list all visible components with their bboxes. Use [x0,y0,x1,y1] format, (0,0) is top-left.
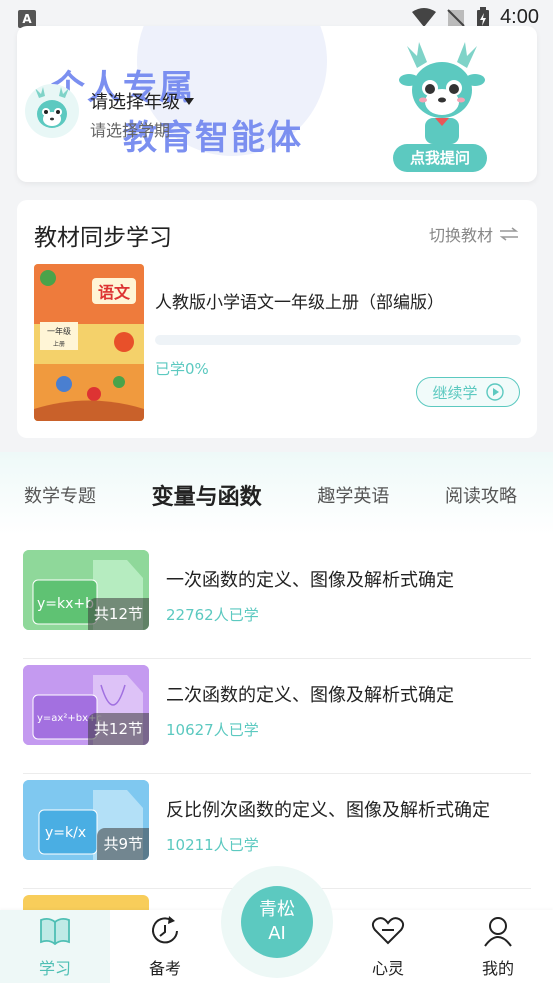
nav-mind[interactable]: 心灵 [333,910,443,983]
cover-subject: 语文 [98,283,131,302]
course-feed: 数学专题 变量与函数 趣学英语 阅读攻略 y=kx+b 共12节 一次函数的定义… [0,452,553,915]
book-cover[interactable]: 语文 一年级 上册 [34,264,144,421]
progress-label: 已学0% [155,360,209,378]
progress-bar [155,335,521,345]
wifi-icon [412,7,437,27]
course-thumbnail: y=k/x 共9节 [23,780,149,860]
section-title: 教材同步学习 [34,225,172,251]
course-formula: y=kx+b [37,596,94,612]
person-icon [484,917,512,947]
textbook-sync-card: 教材同步学习 切换教材 语文 一年级 上册 人教版小学语文一年级上册（部编版） [17,200,537,438]
nav-exam-prep[interactable]: 备考 [110,910,220,983]
lesson-count-badge: 共12节 [87,598,149,630]
learner-count: 10211人已学 [166,836,259,854]
course-item[interactable]: y=kx+b 共12节 一次函数的定义、图像及解析式确定 22762人已学 [23,550,531,659]
continue-learning-button[interactable]: 继续学 [416,377,520,407]
play-circle-icon [485,383,504,401]
learner-count: 10627人已学 [166,721,259,739]
tab-fun-english[interactable]: 趣学英语 [317,482,389,518]
category-tabs: 数学专题 变量与函数 趣学英语 阅读攻略 [0,482,553,518]
course-title: 一次函数的定义、图像及解析式确定 [166,570,454,591]
divider [23,658,531,659]
cover-grade: 一年级 [47,326,71,336]
nav-profile[interactable]: 我的 [443,910,553,983]
course-item[interactable]: y=ax²+bx+c 共12节 二次函数的定义、图像及解析式确定 10627人已… [23,665,531,774]
tab-variables-functions[interactable]: 变量与函数 [152,479,262,518]
continue-label: 继续学 [432,383,478,402]
book-cover-image: 语文 一年级 上册 [34,264,144,421]
tab-reading-guide[interactable]: 阅读攻略 [445,482,517,518]
no-signal-icon [447,8,465,27]
book-icon [40,917,70,946]
deer-mascot-image [399,42,485,144]
learner-count: 22762人已学 [166,606,259,624]
lesson-count-badge: 共12节 [87,713,149,745]
nav-profile-label: 我的 [481,959,514,978]
cover-volume: 上册 [53,340,65,348]
course-item[interactable]: y=k/x 共9节 反比例次函数的定义、图像及解析式确定 10211人已学 [23,780,531,889]
swap-arrows-icon [499,227,519,241]
nav-mind-label: 心灵 [371,959,404,978]
lesson-count-badge: 共9节 [97,828,149,860]
heart-icon [371,917,405,945]
header-card: 个人专属 教育智能体 请选择年级 请选择学期 点我提问 [17,26,537,182]
term-selector[interactable]: 请选择学期 [90,117,170,141]
deer-mascot-avatar-icon [35,87,69,128]
nav-study-label: 学习 [38,959,71,978]
nav-study[interactable]: 学习 [0,910,110,983]
book-title[interactable]: 人教版小学语文一年级上册（部编版） [155,288,444,313]
divider [23,773,531,774]
refresh-clock-icon [152,916,178,944]
course-formula: y=k/x [45,825,86,841]
caret-down-icon [184,97,194,105]
course-thumbnail: y=ax²+bx+c 共12节 [23,665,149,745]
course-title: 反比例次函数的定义、图像及解析式确定 [166,800,490,821]
nav-exam-prep-label: 备考 [148,959,181,978]
ask-question-button[interactable]: 点我提问 [393,144,487,172]
avatar[interactable] [25,84,79,138]
grade-label: 请选择年级 [90,92,180,113]
ai-button-halo: 青松 AI [221,866,333,978]
ai-button-line2: AI [268,923,286,944]
qingsong-ai-button[interactable]: 青松 AI [241,886,313,958]
course-title: 二次函数的定义、图像及解析式确定 [166,685,454,706]
course-thumbnail: y=kx+b 共12节 [23,550,149,630]
grade-selector[interactable]: 请选择年级 [90,88,194,114]
tab-math-topics[interactable]: 数学专题 [24,482,96,518]
ai-button-line1: 青松 [259,899,295,920]
switch-textbook-button[interactable]: 切换教材 [429,222,519,246]
switch-textbook-label: 切换教材 [428,226,493,245]
